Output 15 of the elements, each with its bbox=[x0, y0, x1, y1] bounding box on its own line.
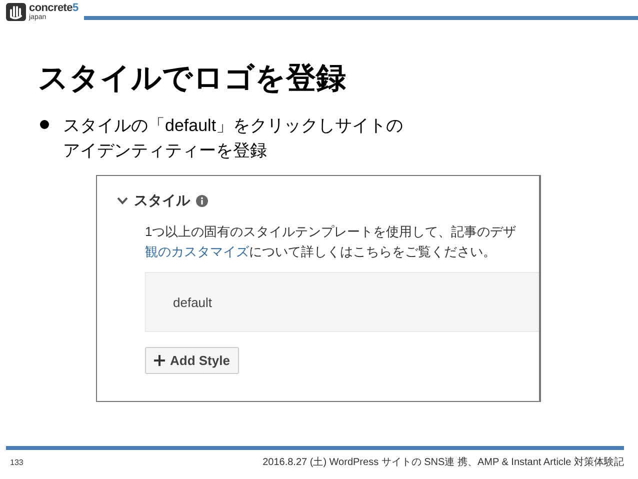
hand-logo-icon bbox=[6, 3, 26, 21]
bullet-text: スタイルの「default」をクリックしサイトの アイデンティティーを登録 bbox=[63, 115, 404, 162]
info-icon[interactable] bbox=[196, 195, 208, 207]
logo-wordmark: concrete5 bbox=[29, 3, 78, 14]
style-item[interactable]: default bbox=[145, 272, 539, 332]
section-title: スタイル bbox=[134, 192, 190, 210]
page-number: 133 bbox=[10, 458, 24, 466]
footer-caption: 2016.8.27 (土) WordPress サイトの SNS連 携、AMP & Instant Article 対策体験記 bbox=[262, 456, 624, 469]
add-style-button[interactable]: Add Style bbox=[145, 347, 239, 374]
section-description: 1つ以上の固有のスタイルテンプレートを使用して、記事のデザ 観のカスタマイズについて詳しくはこちらをご覧ください。 bbox=[145, 223, 518, 261]
chevron-icon[interactable] bbox=[117, 197, 128, 205]
bullet-icon bbox=[40, 120, 49, 129]
customize-link[interactable]: 観のカスタマイズ bbox=[145, 244, 249, 259]
slide-title: スタイルでロゴを登録 bbox=[38, 61, 347, 97]
plus-icon bbox=[154, 355, 165, 366]
